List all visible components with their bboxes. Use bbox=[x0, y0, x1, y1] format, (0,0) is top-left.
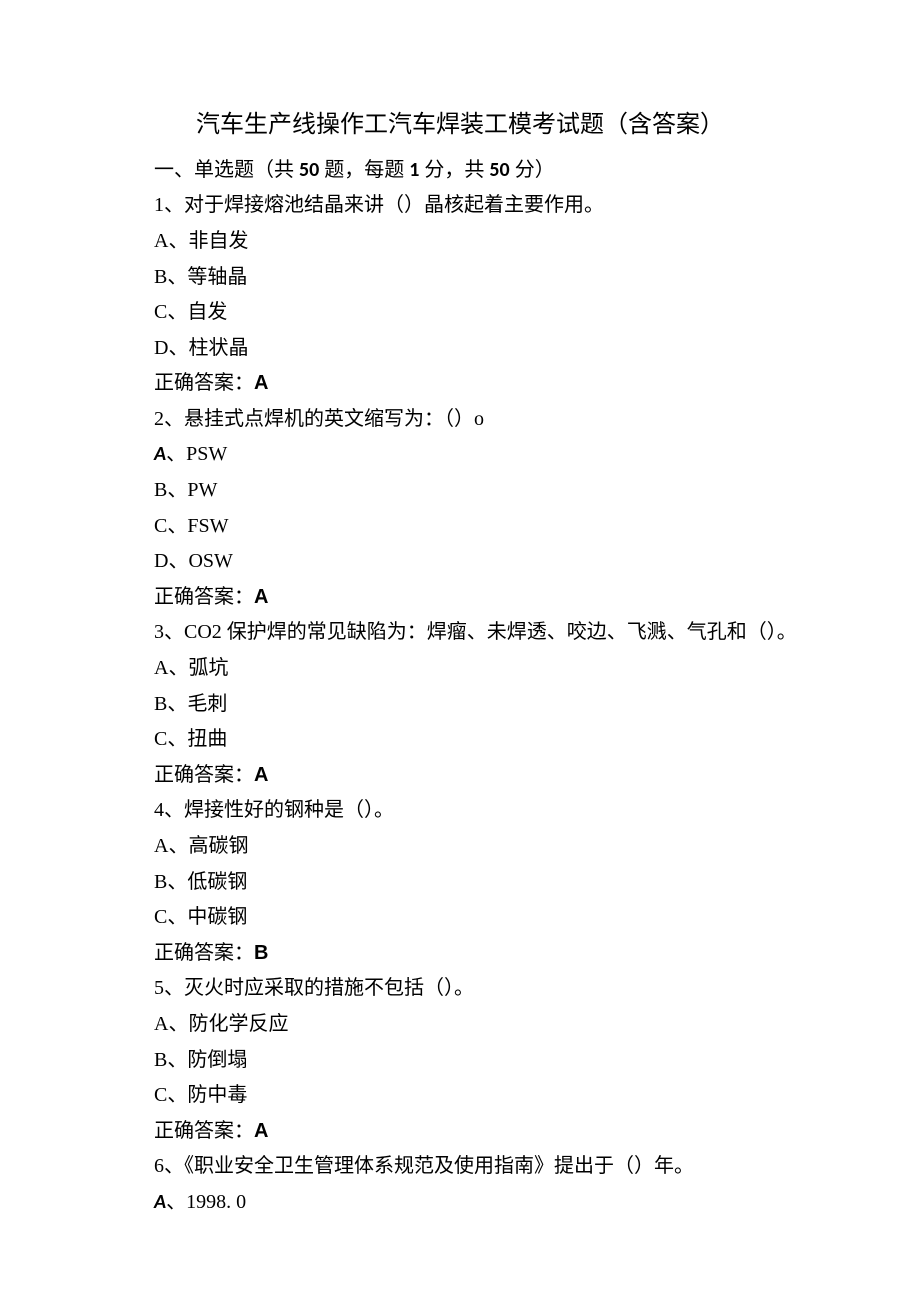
q2-option-c: C、FSW bbox=[154, 509, 766, 545]
page: 汽车生产线操作工汽车焊装工模考试题（含答案） 一、单选题（共 50 题，每题 1… bbox=[0, 0, 920, 1301]
q4-answer: 正确答案：B bbox=[154, 936, 766, 972]
q3-answer-label: 正确答案： bbox=[154, 764, 254, 786]
q5-option-a: A、防化学反应 bbox=[154, 1007, 766, 1043]
q1-option-d: D、柱状晶 bbox=[154, 331, 766, 367]
section-suffix: 分） bbox=[510, 159, 555, 181]
q1-option-c: C、自发 bbox=[154, 295, 766, 331]
q3-answer-value: A bbox=[254, 764, 268, 786]
q5-answer-label: 正确答案： bbox=[154, 1120, 254, 1142]
section-count2: 50 bbox=[489, 158, 509, 182]
q1-answer: 正确答案：A bbox=[154, 366, 766, 402]
q6-option-a: A、1998. 0 bbox=[154, 1185, 766, 1221]
q2-stem: 2、悬挂式点焊机的英文缩写为：（）o bbox=[154, 402, 766, 438]
q6-a-prefix: A bbox=[154, 1190, 166, 1214]
section-prefix: 一、单选题（共 bbox=[154, 159, 299, 181]
q1-answer-label: 正确答案： bbox=[154, 372, 254, 394]
q2-answer-label: 正确答案： bbox=[154, 586, 254, 608]
q1-answer-value: A bbox=[254, 372, 268, 394]
q3-option-a: A、弧坑 bbox=[154, 651, 766, 687]
q5-stem: 5、灭火时应采取的措施不包括（）。 bbox=[154, 971, 766, 1007]
q5-option-c: C、防中毒 bbox=[154, 1078, 766, 1114]
q4-answer-label: 正确答案： bbox=[154, 942, 254, 964]
section-perscore: 1 bbox=[409, 158, 419, 182]
q1-option-a: A、非自发 bbox=[154, 224, 766, 260]
section-count1: 50 bbox=[299, 158, 319, 182]
section-mid2: 分，共 bbox=[419, 159, 489, 181]
q4-option-b: B、低碳钢 bbox=[154, 865, 766, 901]
q2-answer: 正确答案：A bbox=[154, 580, 766, 616]
q6-stem: 6、《职业安全卫生管理体系规范及使用指南》提出于（）年。 bbox=[154, 1149, 766, 1185]
q2-option-b: B、PW bbox=[154, 473, 766, 509]
document-title: 汽车生产线操作工汽车焊装工模考试题（含答案） bbox=[154, 104, 766, 147]
q3-option-c: C、扭曲 bbox=[154, 722, 766, 758]
q2-a-rest: 、PSW bbox=[166, 443, 227, 465]
q1-stem: 1、对于焊接熔池结晶来讲（）晶核起着主要作用。 bbox=[154, 188, 766, 224]
q6-a-rest: 、1998. 0 bbox=[166, 1191, 246, 1213]
q4-answer-value: B bbox=[254, 942, 268, 964]
q5-answer: 正确答案：A bbox=[154, 1114, 766, 1150]
q4-stem: 4、焊接性好的钢种是（）。 bbox=[154, 793, 766, 829]
section-heading: 一、单选题（共 50 题，每题 1 分，共 50 分） bbox=[154, 153, 766, 189]
section-mid1: 题，每题 bbox=[319, 159, 409, 181]
q3-option-b: B、毛刺 bbox=[154, 687, 766, 723]
q2-a-prefix: A bbox=[154, 442, 166, 466]
q1-option-b: B、等轴晶 bbox=[154, 260, 766, 296]
q5-option-b: B、防倒塌 bbox=[154, 1043, 766, 1079]
q3-answer: 正确答案：A bbox=[154, 758, 766, 794]
q2-option-a: A、PSW bbox=[154, 437, 766, 473]
q5-answer-value: A bbox=[254, 1120, 268, 1142]
q2-answer-value: A bbox=[254, 586, 268, 608]
q4-option-c: C、中碳钢 bbox=[154, 900, 766, 936]
q3-stem: 3、CO2 保护焊的常见缺陷为：焊瘤、未焊透、咬边、飞溅、气孔和（）。 bbox=[154, 615, 766, 651]
q2-option-d: D、OSW bbox=[154, 544, 766, 580]
q4-option-a: A、高碳钢 bbox=[154, 829, 766, 865]
